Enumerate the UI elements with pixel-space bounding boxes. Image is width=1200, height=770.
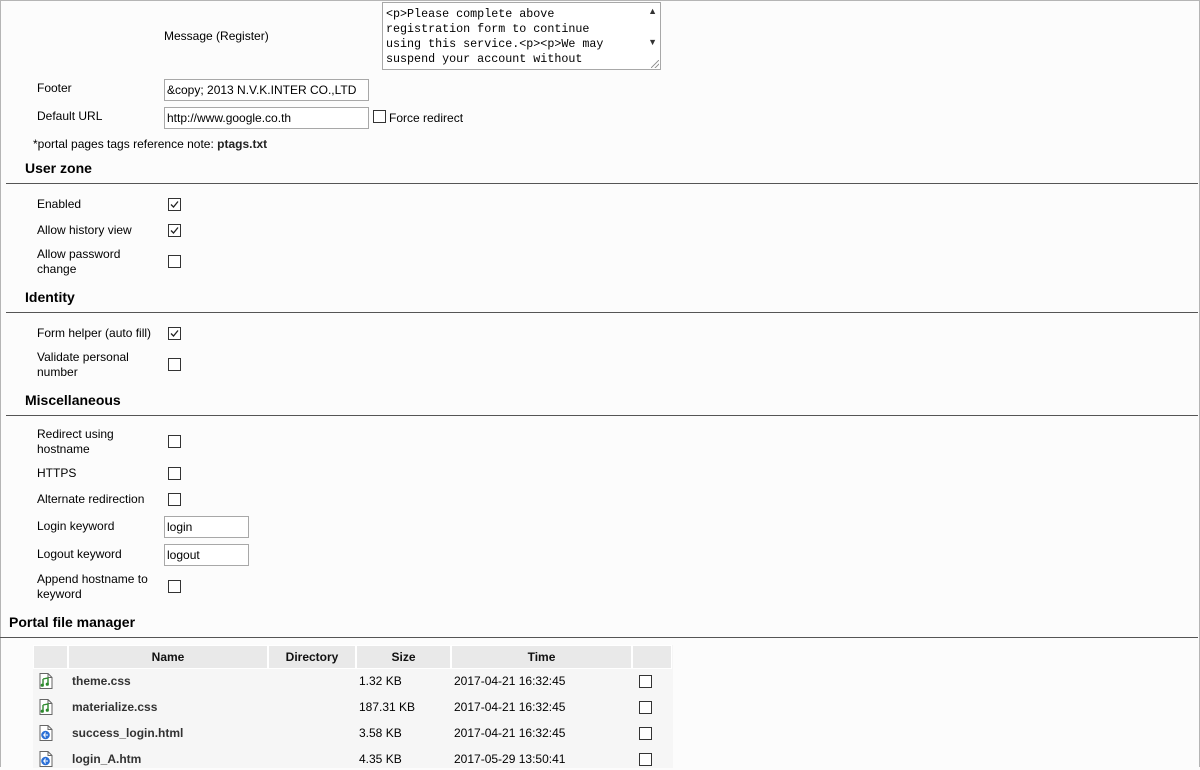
alternate-redirection-label: Alternate redirection: [37, 492, 145, 506]
enabled-checkbox[interactable]: [168, 198, 181, 211]
css-file-icon: [39, 699, 53, 715]
enabled-label: Enabled: [37, 197, 82, 211]
file-time: 2017-05-29 13:50:41: [454, 752, 566, 766]
file-size: 4.35 KB: [359, 752, 402, 766]
file-size: 3.58 KB: [359, 726, 402, 740]
redirect-host-checkbox[interactable]: [168, 435, 181, 448]
resize-grip-icon[interactable]: [651, 60, 659, 68]
file-time: 2017-04-21 16:32:45: [454, 700, 566, 714]
allow-history-label: Allow history view: [37, 223, 132, 237]
validate-line1: Validate personal: [37, 350, 129, 364]
https-checkbox[interactable]: [168, 467, 181, 480]
ptags-note: *portal pages tags reference note: ptags…: [33, 137, 267, 151]
force-redirect-checkbox[interactable]: [373, 110, 386, 123]
html-file-icon: [39, 725, 53, 741]
form-helper-checkbox[interactable]: [168, 327, 181, 340]
file-size: 1.32 KB: [359, 674, 402, 688]
check-icon: [170, 227, 179, 234]
message-register-label: Message (Register): [164, 29, 269, 43]
scroll-up-icon[interactable]: ▲: [648, 6, 657, 16]
login-keyword-label: Login keyword: [37, 519, 115, 533]
file-select-checkbox[interactable]: [639, 727, 652, 740]
footer-input[interactable]: &copy; 2013 N.V.K.INTER CO.,LTD: [164, 79, 369, 101]
misc-title: Miscellaneous: [25, 392, 121, 408]
validate-label: Validate personal number: [37, 350, 129, 380]
alternate-redirection-checkbox[interactable]: [168, 493, 181, 506]
logout-keyword-input[interactable]: logout: [164, 544, 249, 566]
default-url-input[interactable]: http://www.google.co.th: [164, 107, 369, 129]
css-file-icon: [39, 673, 53, 689]
append-hostname-line1: Append hostname to: [37, 572, 148, 586]
file-size: 187.31 KB: [359, 700, 416, 714]
check-icon: [170, 201, 179, 208]
file-name[interactable]: theme.css: [72, 674, 131, 688]
column-header-directory[interactable]: Directory: [268, 645, 356, 669]
ptags-link[interactable]: ptags.txt: [217, 137, 267, 151]
column-header-name[interactable]: Name: [68, 645, 268, 669]
column-header-size[interactable]: Size: [356, 645, 451, 669]
file-time: 2017-04-21 16:32:45: [454, 726, 566, 740]
file-name[interactable]: success_login.html: [72, 726, 183, 740]
redirect-host-label: Redirect using hostname: [37, 427, 114, 457]
user-zone-divider: [6, 183, 1198, 184]
check-icon: [170, 330, 179, 337]
icon-column-header: [33, 645, 68, 669]
column-header-time[interactable]: Time: [451, 645, 632, 669]
allow-history-checkbox[interactable]: [168, 224, 181, 237]
file-manager-divider: [0, 637, 1198, 638]
force-redirect-label: Force redirect: [389, 111, 464, 125]
scroll-down-icon[interactable]: ▼: [648, 37, 657, 47]
column-header-select: [632, 645, 672, 669]
identity-title: Identity: [25, 289, 75, 305]
append-hostname-label: Append hostname to keyword: [37, 572, 148, 602]
html-file-icon: [39, 751, 53, 767]
append-hostname-checkbox[interactable]: [168, 580, 181, 593]
file-select-checkbox[interactable]: [639, 701, 652, 714]
form-helper-label: Form helper (auto fill): [37, 326, 152, 340]
allow-password-label: Allow password change: [37, 247, 120, 277]
file-time: 2017-04-21 16:32:45: [454, 674, 566, 688]
validate-checkbox[interactable]: [168, 358, 181, 371]
allow-password-checkbox[interactable]: [168, 255, 181, 268]
https-label: HTTPS: [37, 466, 77, 480]
validate-line2: number: [37, 365, 78, 379]
file-select-checkbox[interactable]: [639, 675, 652, 688]
message-register-text: <p>Please complete above registration fo…: [386, 7, 604, 66]
identity-divider: [6, 312, 1198, 313]
ptags-note-text: *portal pages tags reference note:: [33, 137, 218, 151]
user-zone-title: User zone: [25, 160, 92, 176]
append-hostname-line2: keyword: [37, 587, 82, 601]
file-manager-title: Portal file manager: [9, 614, 136, 630]
allow-password-line2: change: [37, 262, 77, 276]
file-name[interactable]: login_A.htm: [72, 752, 141, 766]
file-name[interactable]: materialize.css: [72, 700, 157, 714]
misc-divider: [6, 415, 1198, 416]
redirect-host-line2: hostname: [37, 442, 90, 456]
redirect-host-line1: Redirect using: [37, 427, 114, 441]
default-url-label: Default URL: [37, 109, 103, 123]
footer-label: Footer: [37, 81, 72, 95]
file-select-checkbox[interactable]: [639, 753, 652, 766]
message-register-textarea[interactable]: <p>Please complete above registration fo…: [382, 2, 661, 70]
allow-password-line1: Allow password: [37, 247, 121, 261]
login-keyword-input[interactable]: login: [164, 516, 249, 538]
logout-keyword-label: Logout keyword: [37, 547, 122, 561]
